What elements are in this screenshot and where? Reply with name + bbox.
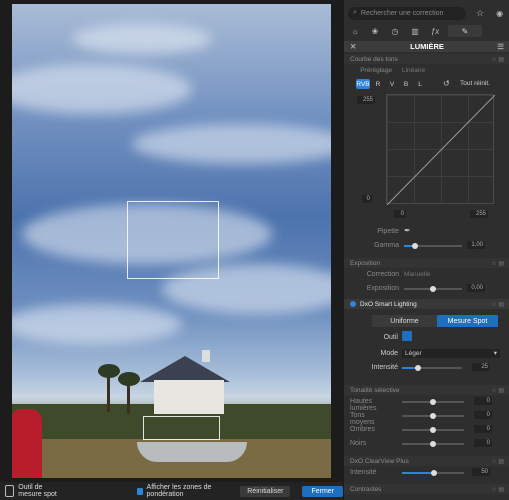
exposure-slider[interactable] [404,286,462,292]
mode-select[interactable]: Léger ▾ [402,349,500,358]
tool-label: Outil [383,334,398,341]
show-zones-checkbox[interactable] [137,487,143,495]
spot-tool-icon [5,485,15,497]
mode-spot-button[interactable]: Mesure Spot [437,315,498,327]
shadows-value[interactable]: 0 [474,425,492,433]
channel-l[interactable]: L [415,79,425,89]
effects-palette-icon[interactable]: ƒx [428,25,442,37]
tone-curve-graph[interactable] [386,94,495,205]
exposure-label: Exposition [366,285,399,292]
highlights-slider[interactable] [402,399,464,405]
search-input[interactable]: ⌕ Rechercher une correction [348,6,466,20]
shadows-slider[interactable] [402,427,464,433]
output-min-field[interactable]: 0 [362,195,372,203]
highlights-value[interactable]: 0 [474,397,492,405]
correction-label: Correction [366,271,399,278]
channel-b[interactable]: B [401,79,411,89]
channel-rgb[interactable]: RVB [356,79,370,89]
blacks-slider[interactable] [402,441,464,447]
output-max-field[interactable]: 255 [357,96,375,104]
eyedropper-label: Pipette [377,228,399,235]
close-palette-icon[interactable]: ✕ [350,42,356,51]
selective-tone-header[interactable]: Tonalité sélective ☆ ▤ [344,385,509,395]
geometry-palette-icon[interactable]: ▥ [408,25,422,37]
midtones-value[interactable]: 0 [474,411,492,419]
undo-icon[interactable]: ↺ [443,79,450,88]
contrast-header[interactable]: Contrastes ☆ ▤ [344,484,509,494]
smart-lighting-header[interactable]: DxO Smart Lighting ☆ ▤ [344,299,509,309]
palette-title: ✕ LUMIÈRE ☰ [344,41,509,52]
exposure-value[interactable]: 0,00 [467,284,485,292]
enable-toggle-icon[interactable] [350,301,356,307]
blacks-value[interactable]: 0 [474,439,492,447]
intensity-label: Intensité [371,364,398,371]
input-max-field[interactable]: 255 [470,210,488,218]
palette-menu-icon[interactable]: ☰ [497,42,504,51]
tone-curve-header[interactable]: Courbe des tons ☆ ▤ [344,54,509,64]
bottom-toolbar: Outil de mesure spot Afficher les zones … [0,482,343,500]
clearview-intensity-slider[interactable] [402,470,464,476]
close-button[interactable]: Fermer [302,485,343,497]
channel-r[interactable]: R [373,79,383,89]
eyedropper-icon[interactable]: ✒ [404,226,411,235]
clearview-intensity-label: Intensité [350,469,377,476]
input-min-field[interactable]: 0 [394,210,406,218]
spot-measure-box[interactable] [127,201,219,279]
blacks-label: Noirs [350,440,367,447]
channel-v[interactable]: V [387,79,397,89]
exposure-header[interactable]: Exposition ☆ ▤ [344,258,509,268]
midtones-slider[interactable] [402,413,464,419]
weighting-zone-box[interactable] [143,416,220,440]
show-zones-label: Afficher les zones de pondération [146,484,212,498]
light-palette-icon[interactable]: ☼ [348,25,362,37]
color-palette-icon[interactable]: ❀ [368,25,382,37]
shadows-label: Ombres [350,426,375,433]
gamma-slider[interactable] [404,243,462,249]
intensity-slider[interactable] [402,365,462,371]
search-icon: ⌕ [353,9,357,16]
correction-panel: ⌕ Rechercher une correction ☆ ◉ ☼ ❀ ◷ ▥ … [343,0,509,500]
clearview-intensity-value[interactable]: 50 [472,468,490,476]
image-viewer [0,0,343,482]
preset-select[interactable]: Linéaire [402,67,425,74]
detail-palette-icon[interactable]: ◷ [388,25,402,37]
eye-icon[interactable]: ◉ [496,9,503,18]
gamma-label: Gamma [374,242,399,249]
midtones-label: Tons moyens [350,412,375,426]
spot-tool-icon-button[interactable] [402,331,412,341]
gamma-value[interactable]: 1,00 [467,241,485,249]
tool-name: Outil de mesure spot [18,484,57,498]
mode-label: Mode [380,350,398,357]
star-icon[interactable]: ☆ [476,8,484,19]
house [140,350,230,414]
reset-all-button[interactable]: Tout réinit. [460,80,490,87]
photo[interactable] [12,4,331,478]
pipette-palette-icon[interactable]: ✎ [448,25,482,37]
mode-uniform-button[interactable]: Uniforme [372,315,437,327]
intensity-value[interactable]: 25 [472,363,490,371]
preset-label: Préréglage [360,66,392,74]
clearview-header[interactable]: DxO ClearView Plus ☆ ▤ [344,456,509,466]
highlights-label: Hautes lumières [350,398,377,412]
reset-button[interactable]: Réinitialiser [240,485,291,497]
correction-select[interactable]: Manuelle [404,271,430,278]
